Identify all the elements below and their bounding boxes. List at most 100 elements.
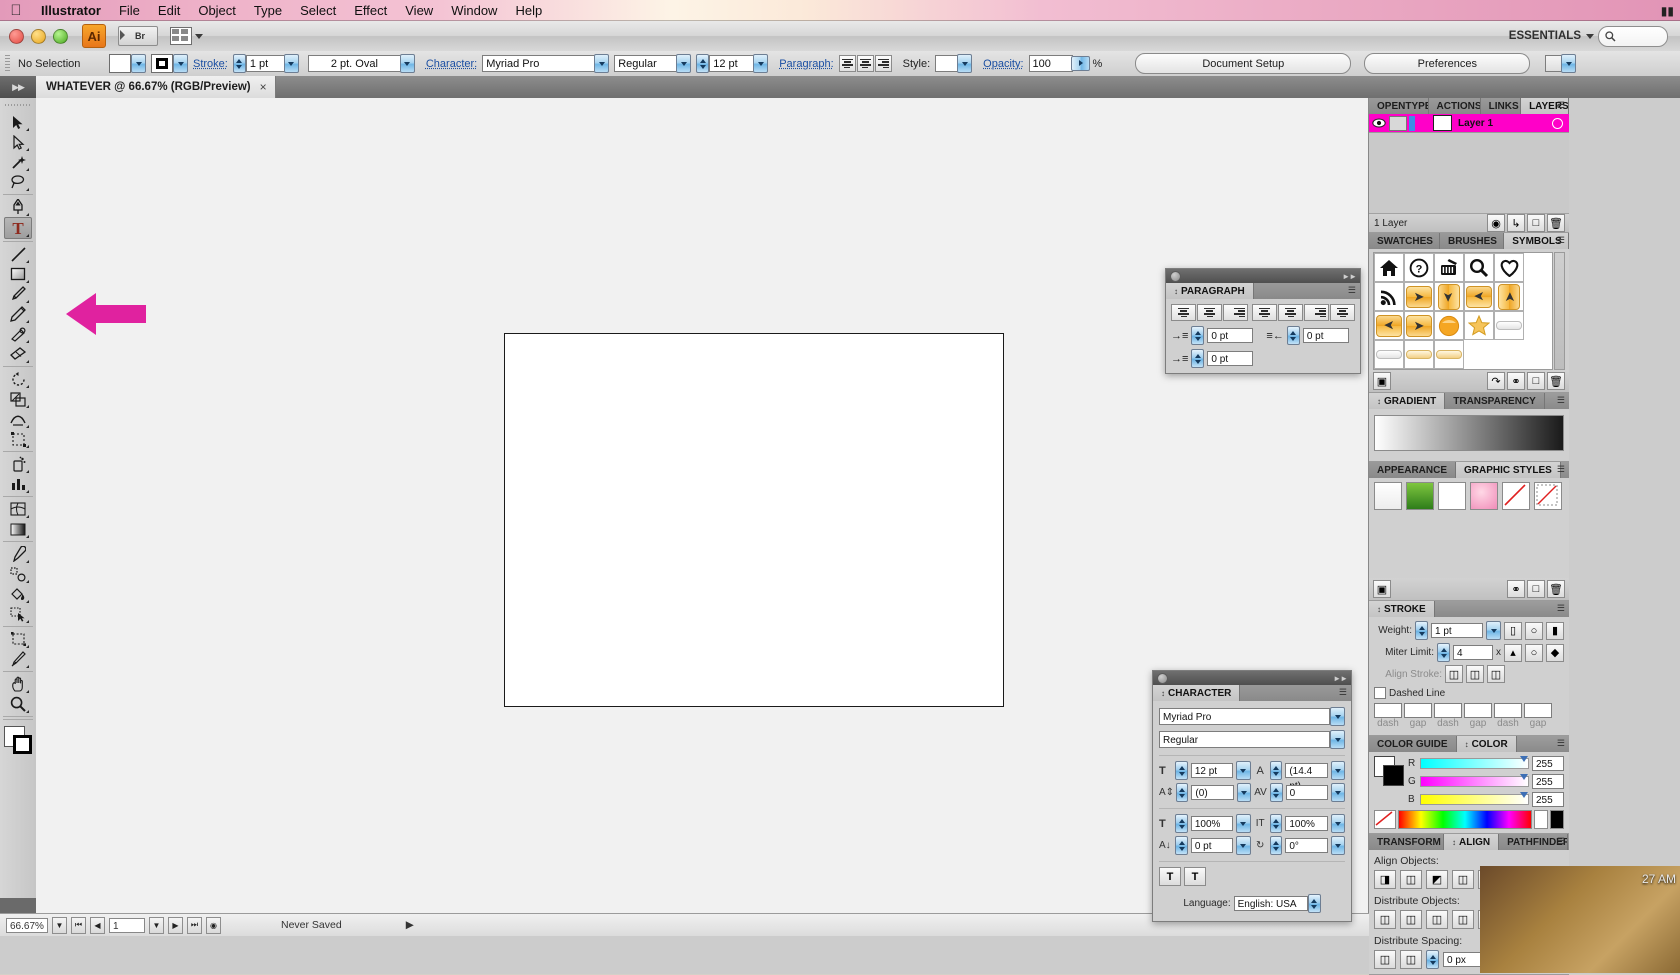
free-transform-tool[interactable] (5, 429, 31, 449)
go-to-bridge-button[interactable]: Br (118, 26, 158, 46)
indent-right-stepper[interactable] (1287, 326, 1300, 345)
graphic-styles-panel-tabs[interactable]: APPEARANCE GRAPHIC STYLES ☰ (1369, 462, 1569, 478)
strikethrough-icon[interactable]: T (1184, 867, 1206, 886)
make-clipping-mask-icon[interactable]: ◉ (1487, 214, 1505, 232)
opacity-control[interactable]: 100 (1029, 54, 1088, 73)
panel-menu-icon[interactable]: ☰ (1557, 100, 1565, 111)
indent-left-value[interactable]: 0 pt (1207, 328, 1253, 343)
line-segment-tool[interactable] (5, 244, 31, 264)
graphic-style-dashed[interactable] (1534, 482, 1562, 510)
vertical-scale-value[interactable]: 100% (1191, 816, 1233, 831)
create-sublayer-icon[interactable]: ↳ (1507, 214, 1525, 232)
create-layer-icon[interactable]: □ (1527, 214, 1545, 232)
scale-tool[interactable] (5, 389, 31, 409)
stroke-weight-dropdown-icon[interactable] (284, 54, 299, 73)
color-panel-tabs[interactable]: COLOR GUIDE ↕ COLOR ☰ (1369, 736, 1569, 752)
font-size-control[interactable]: 12 pt (696, 54, 768, 73)
vertical-scale-dropdown-icon[interactable] (1236, 814, 1250, 833)
tab-opentype[interactable]: OPENTYPE (1369, 98, 1429, 114)
page-dropdown-icon[interactable]: ▼ (149, 917, 164, 934)
font-family-dropdown-icon[interactable] (1330, 707, 1345, 726)
graphic-style-none[interactable] (1502, 482, 1530, 510)
symbol-arrow-up-button[interactable]: ➤ (1494, 282, 1524, 311)
align-stroke-center-icon[interactable]: ◫ (1445, 665, 1463, 683)
pen-tool[interactable] (5, 197, 31, 217)
fill-color-control[interactable] (109, 54, 146, 73)
rotation-stepper[interactable] (1270, 836, 1282, 855)
join-bevel-icon[interactable]: ◆ (1546, 644, 1564, 662)
width-warp-tool[interactable] (5, 409, 31, 429)
character-font-style-value[interactable]: Regular (1159, 731, 1330, 748)
panel-menu-icon[interactable]: ☰ (1557, 395, 1565, 406)
join-miter-icon[interactable]: ▴ (1504, 644, 1522, 662)
font-style-dropdown-icon[interactable] (1330, 730, 1345, 749)
panel-collapse-arrows-icon[interactable]: ►► (1342, 272, 1360, 281)
close-window-button[interactable] (9, 29, 24, 44)
align-right-icon[interactable] (1223, 304, 1248, 321)
blob-brush-tool[interactable] (5, 324, 31, 344)
gradient-panel-tabs[interactable]: ↕ GRADIENT TRANSPARENCY ☰ (1369, 393, 1569, 409)
graphic-style-dropdown-icon[interactable] (957, 54, 972, 73)
arrange-documents-button[interactable] (170, 27, 203, 45)
live-paint-bucket-tool[interactable] (5, 584, 31, 604)
gap-input-1[interactable] (1404, 703, 1432, 718)
character-label[interactable]: Character: (426, 58, 477, 70)
symbol-next-button[interactable]: ➤ (1404, 311, 1434, 340)
justify-right-icon[interactable] (1304, 304, 1329, 321)
menu-item-illustrator[interactable]: Illustrator (32, 0, 110, 21)
menu-item-window[interactable]: Window (442, 0, 506, 21)
collapse-panels-button[interactable]: ▶▶ (0, 76, 36, 98)
tab-paragraph[interactable]: ↕ PARAGRAPH (1166, 283, 1254, 299)
tab-stroke[interactable]: ↕ STROKE (1369, 601, 1435, 617)
font-family-control[interactable]: Myriad Pro (482, 54, 609, 73)
cap-projecting-icon[interactable]: ▮ (1546, 622, 1564, 640)
kerning-value[interactable]: (0) (1191, 785, 1233, 800)
menu-extras-icon[interactable]: ▮▮ (1661, 4, 1674, 18)
dashed-line-checkbox[interactable] (1374, 687, 1386, 699)
symbol-orb-icon[interactable] (1434, 311, 1464, 340)
zoom-window-button[interactable] (53, 29, 68, 44)
stroke-panel-tabs[interactable]: ↕ STROKE ☰ (1369, 601, 1569, 617)
graphic-style-default[interactable] (1374, 482, 1402, 510)
graphic-style-pink[interactable] (1470, 482, 1498, 510)
stroke-weight-dropdown-icon[interactable] (1486, 621, 1501, 640)
black-swatch[interactable] (1550, 810, 1564, 829)
distribute-bottom-icon[interactable]: ◫ (1426, 910, 1448, 929)
distribute-vertical-center-icon[interactable]: ◫ (1400, 910, 1422, 929)
symbol-bar-light-2[interactable] (1374, 340, 1404, 369)
kerning-stepper[interactable] (1176, 783, 1188, 802)
font-family-dropdown-icon[interactable] (594, 54, 609, 73)
menu-item-help[interactable]: Help (506, 0, 551, 21)
stroke-weight-control[interactable]: 1 pt (233, 54, 299, 73)
stroke-weight-value[interactable]: 1 pt (1431, 623, 1483, 638)
live-paint-selection-tool[interactable] (5, 604, 31, 624)
distribute-left-icon[interactable]: ◫ (1452, 910, 1474, 929)
rotation-value[interactable]: 0° (1285, 838, 1327, 853)
panel-menu-icon[interactable]: ☰ (1557, 836, 1565, 847)
symbol-search-icon[interactable] (1464, 253, 1494, 282)
align-horizontal-center-icon[interactable]: ◫ (1400, 870, 1422, 889)
type-tool[interactable]: T (4, 217, 32, 239)
symbol-rss-icon[interactable] (1374, 282, 1404, 311)
paragraph-alignment-buttons[interactable] (1171, 304, 1355, 321)
dash-input-2[interactable] (1434, 703, 1462, 718)
workspace-switcher[interactable]: ESSENTIALS (1509, 30, 1598, 42)
baseline-shift-stepper[interactable] (1175, 836, 1187, 855)
prev-page-button[interactable]: ◀ (90, 917, 105, 934)
menu-item-file[interactable]: File (110, 0, 149, 21)
eraser-tool[interactable] (5, 344, 31, 364)
menu-item-object[interactable]: Object (189, 0, 245, 21)
tab-links[interactable]: LINKS (1481, 98, 1521, 114)
blend-tool[interactable] (5, 564, 31, 584)
panel-collapse-arrows-icon[interactable]: ►► (1333, 674, 1351, 683)
fill-swatch[interactable] (109, 54, 131, 73)
search-help-input[interactable] (1598, 26, 1668, 47)
symbol-heart-icon[interactable] (1494, 253, 1524, 282)
align-left-icon[interactable] (839, 55, 856, 72)
slice-tool[interactable] (5, 649, 31, 669)
font-style-value[interactable]: Regular (614, 55, 676, 72)
cap-butt-icon[interactable]: ▯ (1504, 622, 1522, 640)
symbols-grid[interactable]: ? ➤ ➤ ➤ ➤ ➤ ➤ (1373, 252, 1553, 370)
justify-left-icon[interactable] (1252, 304, 1277, 321)
graphic-styles-libraries-icon[interactable]: ▣ (1373, 580, 1391, 598)
